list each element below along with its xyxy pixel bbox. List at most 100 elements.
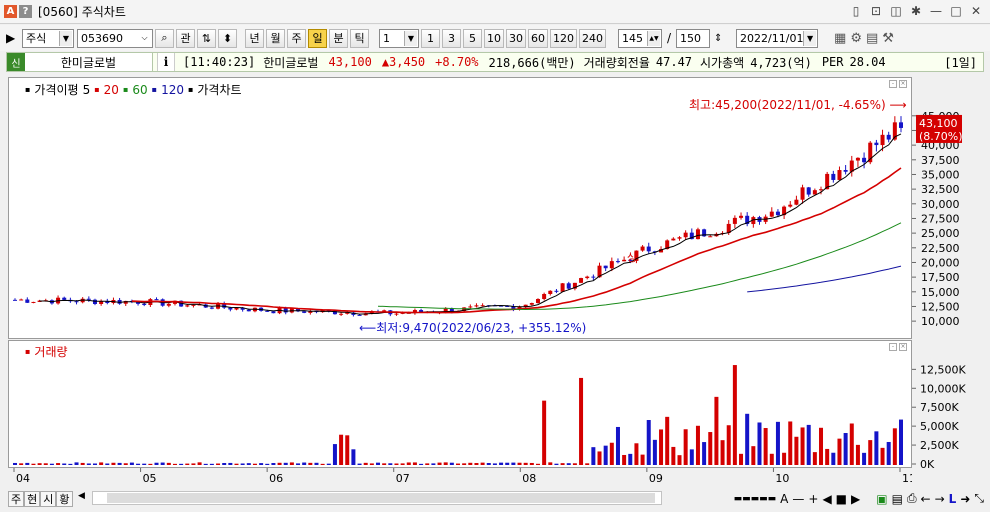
period-week[interactable]: 주 xyxy=(287,28,306,48)
interval-60[interactable]: 60 xyxy=(528,28,548,48)
interval-5[interactable]: 5 xyxy=(463,28,482,48)
status-btn-hwang[interactable]: 황 xyxy=(56,491,73,507)
volume-bar xyxy=(702,442,707,465)
volume-bar xyxy=(591,447,596,465)
interval-10[interactable]: 10 xyxy=(484,28,504,48)
play-icon[interactable]: ▶ xyxy=(851,492,860,506)
link-icon[interactable]: ▯ xyxy=(848,3,864,19)
print-icon[interactable]: ⎙ xyxy=(907,491,917,506)
candle-body xyxy=(13,299,17,301)
volume-bar xyxy=(74,462,79,465)
chart-type-icon[interactable]: ▦ xyxy=(834,31,846,46)
date-select[interactable]: 2022/11/01 ▼ xyxy=(736,28,819,48)
zoom-slider[interactable]: ▬▬▬▬▬ xyxy=(734,494,777,504)
sidebar-toggle-icon[interactable]: ▶ xyxy=(6,31,20,45)
volume-bar xyxy=(345,435,350,465)
period-tick[interactable]: 틱 xyxy=(350,28,369,48)
price-chart-panel[interactable]: ▪ 가격이평 5 ▪ 20 ▪ 60 ▪ 120 ▪ 가격차트 - × 최고:45… xyxy=(8,77,912,339)
range-icon[interactable]: ⇕ xyxy=(714,33,728,44)
volume-bar xyxy=(209,463,214,465)
interval-3[interactable]: 3 xyxy=(442,28,461,48)
interval-1[interactable]: 1 xyxy=(421,28,440,48)
volume-tick-label: 12,500K xyxy=(920,363,966,376)
camera-icon[interactable]: ◫ xyxy=(888,3,904,19)
volume-bar xyxy=(136,463,141,465)
scroll-left-icon[interactable]: ◀ xyxy=(78,491,85,501)
period-day[interactable]: 일 xyxy=(308,28,327,48)
app-a-icon[interactable]: A xyxy=(4,5,17,18)
status-btn-si[interactable]: 시 xyxy=(40,491,57,507)
stock-name[interactable]: 한미글로벌 xyxy=(25,53,153,71)
status-bar: 주 현 시 황 ◀ ▬▬▬▬▬ A — + ◀ ■ ▶ ▣ ▤ ⎙ ← → L … xyxy=(0,486,990,512)
save-file-icon[interactable]: ▤ xyxy=(892,492,903,506)
line-tool-icon[interactable]: L xyxy=(949,492,957,506)
volume-bar xyxy=(148,463,153,465)
maximize-icon[interactable]: □ xyxy=(948,3,964,19)
volume-bar xyxy=(382,463,387,465)
save-chart-icon[interactable]: ▤ xyxy=(866,31,878,46)
minimize-icon[interactable]: — xyxy=(928,3,944,19)
volume-bar xyxy=(376,462,381,465)
volume-bar xyxy=(554,463,559,465)
candle-body xyxy=(474,305,479,307)
period-year[interactable]: 년 xyxy=(245,28,264,48)
settings-icon[interactable]: ⚙ xyxy=(850,31,862,46)
count-total-input[interactable]: 150 xyxy=(676,28,711,48)
volume-bar xyxy=(505,462,510,465)
font-icon[interactable]: A xyxy=(780,492,788,506)
prev-icon[interactable]: ◀ xyxy=(822,492,831,506)
info-button[interactable]: i xyxy=(157,53,175,71)
status-btn-ju[interactable]: 주 xyxy=(8,491,25,507)
mcap-value: 4,723(억) xyxy=(750,55,812,70)
volume-bar xyxy=(683,429,688,465)
stepper-button[interactable]: ⬍ xyxy=(218,28,237,48)
candle-body xyxy=(566,283,571,289)
excel-icon[interactable]: ▣ xyxy=(876,492,887,506)
horizontal-scrollbar[interactable] xyxy=(92,491,662,505)
price-tick-label: 15,000 xyxy=(921,286,960,299)
interval-select[interactable]: 1 ▼ xyxy=(379,28,419,48)
per-label: PER xyxy=(821,55,844,69)
stop-icon[interactable]: ■ xyxy=(836,492,847,506)
close-icon[interactable]: ✕ xyxy=(968,3,984,19)
volume-bar xyxy=(763,428,768,465)
toggle-button[interactable]: ⇅ xyxy=(197,28,216,48)
gear-icon[interactable]: ✱ xyxy=(908,3,924,19)
zoom-out-icon[interactable]: — xyxy=(792,492,804,506)
status-btn-hyeon[interactable]: 현 xyxy=(24,491,41,507)
zoom-in-icon[interactable]: + xyxy=(808,492,818,506)
interval-30[interactable]: 30 xyxy=(506,28,526,48)
gwan-button[interactable]: 관 xyxy=(176,28,195,48)
pan-right-icon[interactable]: ➜ xyxy=(960,492,970,506)
count-input[interactable]: 145 ▲▼ xyxy=(618,28,662,48)
volume-chart-panel[interactable]: ▪ 거래량 - × xyxy=(8,340,912,468)
market-select[interactable]: 주식 ▼ xyxy=(22,28,74,48)
stock-code-input[interactable]: 053690 ⌵ xyxy=(77,28,153,48)
arrow-left-icon[interactable]: ← xyxy=(921,492,931,506)
period-month[interactable]: 월 xyxy=(266,28,285,48)
interval-240[interactable]: 240 xyxy=(579,28,606,48)
volume-bar xyxy=(886,441,891,465)
candle-body xyxy=(31,301,36,303)
reset-icon[interactable]: ⤡ xyxy=(974,491,984,506)
candle-body xyxy=(585,276,590,279)
candle-body xyxy=(615,261,620,263)
ma5-line xyxy=(39,133,902,315)
search-button[interactable]: ⌕ xyxy=(155,28,174,48)
candle-body xyxy=(591,276,596,278)
volume-bar xyxy=(259,463,264,465)
per-value: 28.04 xyxy=(849,55,886,69)
arrow-right-icon[interactable]: → xyxy=(935,492,945,506)
candle-body xyxy=(708,236,713,238)
candle-body xyxy=(880,134,885,146)
volume-bar xyxy=(25,462,30,465)
period-minute[interactable]: 분 xyxy=(329,28,348,48)
help-icon[interactable]: ? xyxy=(19,5,32,18)
save-icon[interactable]: ⊡ xyxy=(868,3,884,19)
volume-bar xyxy=(92,463,97,465)
volume-bar xyxy=(56,463,61,465)
candle-body xyxy=(646,246,651,252)
scroll-thumb[interactable] xyxy=(107,493,655,503)
interval-120[interactable]: 120 xyxy=(550,28,577,48)
tools-icon[interactable]: ⚒ xyxy=(882,31,894,46)
